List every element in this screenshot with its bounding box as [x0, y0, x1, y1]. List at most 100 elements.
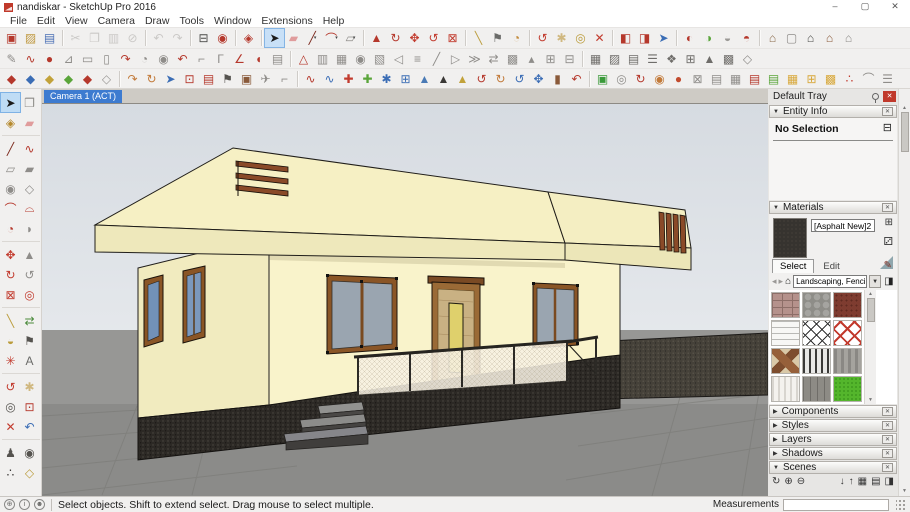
add-location-icon[interactable]: ◐ [680, 29, 699, 47]
scene-tab-camera-1[interactable]: Camera 1 (ACT) [44, 90, 122, 103]
rotate-icon[interactable]: ↺ [424, 29, 443, 47]
section-plane-icon[interactable]: ◇ [20, 463, 39, 482]
previous-view-icon[interactable]: ◧ [616, 29, 635, 47]
photo-textures-icon[interactable]: ◒ [718, 29, 737, 47]
scroll-thumb[interactable] [901, 112, 909, 152]
chevron-down-icon[interactable]: ▼ [869, 275, 881, 288]
plugin-tool-28-icon[interactable]: ▴ [522, 50, 541, 68]
arc-icon[interactable]: ⌒ [1, 199, 20, 218]
flag-tool-icon[interactable]: ⚑ [218, 70, 237, 88]
line-icon[interactable]: ╱ [1, 139, 20, 158]
table-tool-2-icon[interactable]: ▤ [707, 70, 726, 88]
add-scene-icon[interactable]: ⊕ [784, 476, 792, 488]
sign-in-icon[interactable]: ☻ [34, 499, 45, 510]
curve-red-tool-icon[interactable]: ∿ [301, 70, 320, 88]
plugin-tool-30-icon[interactable]: ⊟ [560, 50, 579, 68]
layer-tool-4-icon[interactable]: ◆ [59, 70, 78, 88]
rotated-rectangle-icon[interactable]: ▰ [20, 159, 39, 178]
menu-camera[interactable]: Camera [93, 15, 140, 27]
menu-view[interactable]: View [60, 15, 93, 27]
grid-yellow-tool-3-icon[interactable]: ▩ [821, 70, 840, 88]
back-icon[interactable]: ◂ [772, 276, 777, 287]
snap-blue-tool-icon[interactable]: ✱ [377, 70, 396, 88]
pan-icon[interactable]: ✱ [552, 29, 571, 47]
wood-board-fence-swatch[interactable] [833, 348, 862, 374]
drop-blue-tool-icon[interactable]: ▲ [415, 70, 434, 88]
plugin-tool-22-icon[interactable]: ≡ [408, 50, 427, 68]
corner-tool-icon[interactable]: ⌐ [275, 70, 294, 88]
minimize-button[interactable]: – [820, 0, 850, 14]
plugin-tool-19-icon[interactable]: ◉ [351, 50, 370, 68]
iron-fence-swatch[interactable] [802, 348, 831, 374]
look-around-icon[interactable]: ◉ [20, 443, 39, 462]
secondary-pane-icon[interactable]: ⊞ [885, 217, 893, 228]
dimensions-icon[interactable]: ⇄ [20, 311, 39, 330]
details-pane-icon[interactable]: ◨ [884, 276, 893, 287]
three-point-arc-icon[interactable]: ◔ [1, 219, 20, 238]
walk-icon[interactable]: ∴ [1, 463, 20, 482]
circle-icon[interactable]: ◉ [1, 179, 20, 198]
panel-header-materials[interactable]: ▼ Materials ✕ [769, 201, 897, 214]
glasses-tool-icon[interactable]: ✈ [256, 70, 275, 88]
geolocation-icon[interactable]: ⊕ [4, 499, 15, 510]
panel-header-entity-info[interactable]: ▼ Entity Info ✕ [769, 105, 897, 118]
table-red-tool-icon[interactable]: ▤ [745, 70, 764, 88]
loop-blue-tool-icon[interactable]: ↺ [510, 70, 529, 88]
red-dot-tool-icon[interactable]: ● [669, 70, 688, 88]
material-preview[interactable] [773, 218, 807, 258]
line-icon[interactable]: ╱▾ [303, 29, 322, 47]
rectangle-icon[interactable]: ▱ [1, 159, 20, 178]
layer-tool-6-icon[interactable]: ◇ [97, 70, 116, 88]
chainlink-swatch[interactable] [802, 320, 831, 346]
plugin-tool-27-icon[interactable]: ▩ [503, 50, 522, 68]
forward-icon[interactable]: ▸ [779, 276, 784, 287]
plugin-tool-11-icon[interactable]: ⌐ [192, 50, 211, 68]
plugin-tool-23-icon[interactable]: ╱ [427, 50, 446, 68]
curve-blue-tool-icon[interactable]: ∿ [320, 70, 339, 88]
undo-red-tool-icon[interactable]: ↶ [567, 70, 586, 88]
plugin-tool-10-icon[interactable]: ↶ [173, 50, 192, 68]
ring-tool-icon[interactable]: ◎ [612, 70, 631, 88]
pin-icon[interactable] [872, 93, 879, 100]
rough-red-stone-swatch[interactable] [833, 292, 862, 318]
scale-icon[interactable]: ⊠ [1, 285, 20, 304]
paste-icon[interactable]: ▥ [104, 29, 123, 47]
model-view[interactable] [42, 104, 768, 496]
text-icon[interactable]: ⚑ [20, 331, 39, 350]
bend-tool-3-icon[interactable]: ➤ [161, 70, 180, 88]
tray-close-button[interactable]: ✕ [883, 91, 896, 102]
create-material-icon[interactable]: ⚂ [883, 235, 893, 248]
measurements-input[interactable] [783, 499, 889, 511]
push-pull-icon[interactable]: ▲ [20, 245, 39, 264]
move-scene-up-icon[interactable]: ↑ [849, 476, 854, 488]
plugin-tool-9-icon[interactable]: ◉ [154, 50, 173, 68]
home-icon[interactable]: ⌂ [785, 276, 791, 287]
pan-icon[interactable]: ✱ [20, 377, 39, 396]
plugin-tool-1-icon[interactable]: ✎ [2, 50, 21, 68]
move-blue-tool-icon[interactable]: ✥ [529, 70, 548, 88]
weld-red-tool-icon[interactable]: ✚ [339, 70, 358, 88]
arc-gray-tool-icon[interactable]: ⌒ [859, 70, 878, 88]
plugin-tool-37-icon[interactable]: ▲ [700, 50, 719, 68]
weathered-boards-swatch[interactable] [802, 376, 831, 402]
push-pull-icon[interactable]: ▲ [367, 29, 386, 47]
panel-header-layers[interactable]: ▶ Layers ✕ [769, 433, 897, 446]
scale-icon[interactable]: ⊠ [443, 29, 462, 47]
tape-measure-icon[interactable]: ╲ [1, 311, 20, 330]
drop-yellow-tool-icon[interactable]: ▲ [453, 70, 472, 88]
remove-scene-icon[interactable]: ⊖ [797, 476, 805, 488]
undo-icon[interactable]: ↶ [149, 29, 168, 47]
plugin-tool-33-icon[interactable]: ▤ [624, 50, 643, 68]
plugin-tool-21-icon[interactable]: ◁ [389, 50, 408, 68]
scroll-up-icon[interactable]: ▲ [868, 291, 873, 297]
close-button[interactable]: ✕ [880, 0, 910, 14]
plugin-tool-3-icon[interactable]: ● [40, 50, 59, 68]
redo-icon[interactable]: ↷ [168, 29, 187, 47]
menu-help[interactable]: Help [318, 15, 350, 27]
entity-details-icon[interactable]: ⊟ [883, 121, 892, 134]
panel-header-styles[interactable]: ▶ Styles ✕ [769, 419, 897, 432]
plugin-tool-2-icon[interactable]: ∿ [21, 50, 40, 68]
open-icon[interactable]: ▨ [21, 29, 40, 47]
plugin-tool-26-icon[interactable]: ⇄ [484, 50, 503, 68]
select-icon[interactable]: ➤ [1, 93, 20, 112]
